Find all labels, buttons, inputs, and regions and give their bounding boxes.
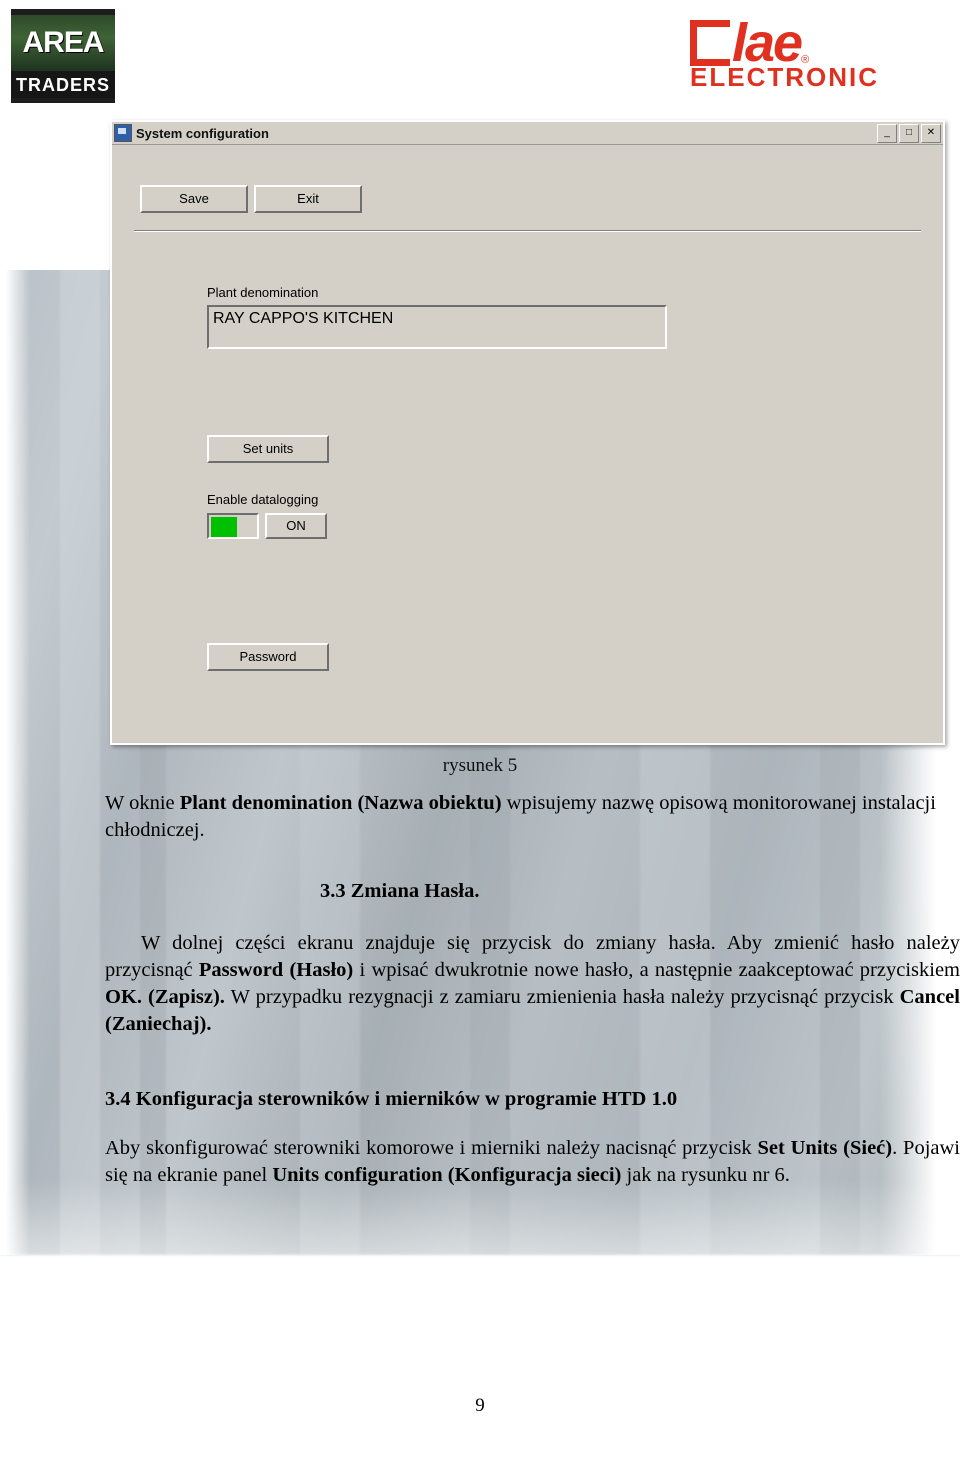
area-logo-line2: TRADERS [11,70,115,98]
maximize-button[interactable]: □ [899,123,919,143]
area-logo-band: AREA [11,14,115,71]
plant-denomination-input[interactable]: RAY CAPPO'S KITCHEN [207,305,667,349]
minimize-button[interactable]: _ [877,123,897,143]
paragraph-plant-denomination: W oknie Plant denomination (Nazwa obiekt… [105,790,960,844]
page-number: 9 [475,1395,485,1416]
p2-part-c: i wpisać dwukrotnie nowe hasło, a następ… [353,959,960,981]
window-body: Save Exit Plant denomination RAY CAPPO'S… [112,145,943,743]
p1-bold-plant: Plant denomination (Nazwa obiektu) [179,792,502,814]
area-logo-line1: AREA [22,25,104,59]
p3-bold-unitsconfig: Units configuration (Konfiguracja sieci) [272,1164,622,1186]
p1-part-a: W oknie [105,792,180,814]
lae-logo-subtitle: ELECTRONIC [690,62,879,92]
enable-datalogging-label: Enable datalogging [207,492,319,507]
datalogging-led-indicator [211,517,237,537]
application-icon [114,124,132,142]
area-traders-logo: AREA TRADERS [8,6,118,106]
lae-electronic-logo: lae ® ELECTRONIC [690,8,879,103]
exit-button[interactable]: Exit [254,185,362,213]
system-configuration-window: System configuration _ □ ✕ Save Exit Pla… [110,120,945,745]
paragraph-password-change: W dolnej części ekranu znajduje się przy… [105,930,960,1038]
p2-bold-ok: OK. (Zapisz). [105,986,225,1008]
heading-3-4: 3.4 Konfiguracja sterowników i mierników… [105,1088,678,1110]
paragraph-units-configuration: Aby skonfigurować sterowniki komorowe i … [105,1135,960,1189]
p2-bold-password: Password (Hasło) [198,959,354,981]
close-button[interactable]: ✕ [921,123,941,143]
p3-bold-setunits: Set Units (Sieć) [757,1137,893,1159]
document-page: AREA TRADERS lae ® ELECTRONIC System con… [0,0,960,1457]
toolbar-separator [134,230,921,232]
heading-3-3: 3.3 Zmiana Hasła. [320,880,480,902]
set-units-button[interactable]: Set units [207,435,329,463]
lae-logo-word: lae [732,13,803,73]
window-titlebar[interactable]: System configuration _ □ ✕ [112,122,943,145]
p3-part-e: jak na rysunku nr 6. [621,1164,790,1186]
password-button[interactable]: Password [207,643,329,671]
figure-caption: rysunek 5 [442,755,518,776]
lae-square-icon [690,20,730,66]
p3-part-a: Aby skonfigurować sterowniki komorowe i … [105,1137,758,1159]
window-title: System configuration [136,125,269,141]
datalogging-led-box[interactable] [207,513,259,539]
datalogging-state-label: ON [265,513,327,539]
window-controls: _ □ ✕ [877,123,941,143]
datalogging-toggle[interactable]: ON [207,513,327,539]
plant-denomination-label: Plant denomination [207,285,319,300]
save-button[interactable]: Save [140,185,248,213]
lae-logo-top: lae ® [690,8,875,73]
p2-part-e: W przypadku rezygnacji z zamiaru zmienie… [224,986,900,1008]
p2-indent-wrapper: W dolnej części ekranu znajduje się przy… [105,930,960,1038]
